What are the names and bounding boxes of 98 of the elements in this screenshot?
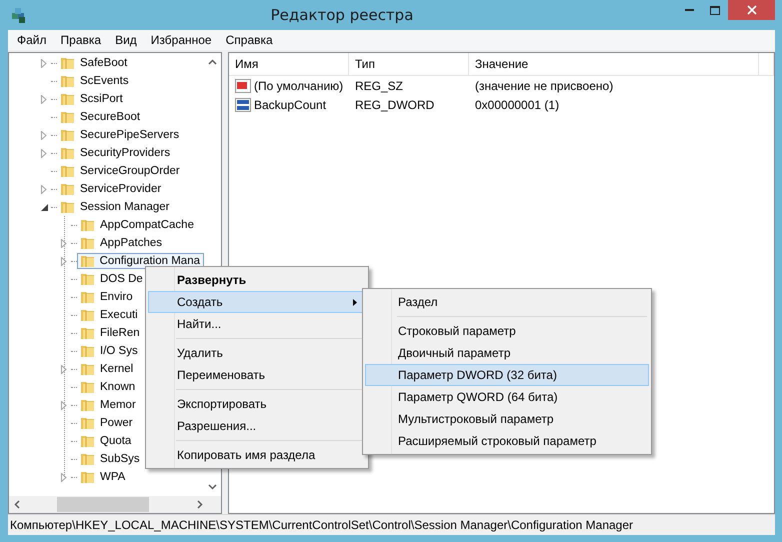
folder-icon bbox=[80, 343, 96, 359]
tree-item[interactable]: Power bbox=[77, 415, 137, 431]
status-bar: Компьютер\HKEY_LOCAL_MACHINE\SYSTEM\CurrentControlSet\Control\Session Manager\Configuration Manager bbox=[8, 514, 775, 535]
string-value-icon bbox=[235, 78, 251, 92]
menu-item[interactable]: Найти... bbox=[148, 313, 366, 335]
expand-arrow-icon[interactable] bbox=[41, 184, 47, 194]
menu-item[interactable]: Экспортировать bbox=[148, 393, 366, 415]
menu-item[interactable]: Двоичный параметр bbox=[365, 342, 649, 364]
folder-icon bbox=[80, 235, 96, 251]
menu-item[interactable]: Параметр QWORD (64 бита) bbox=[365, 386, 649, 408]
close-icon bbox=[746, 5, 756, 15]
folder-icon bbox=[80, 217, 96, 233]
value-type: REG_DWORD bbox=[354, 98, 436, 112]
menu-item[interactable]: Строковый параметр bbox=[365, 320, 649, 342]
folder-icon bbox=[80, 325, 96, 341]
tree-item[interactable]: AppPatches bbox=[77, 235, 166, 251]
window-title: Редактор реестра bbox=[270, 6, 414, 24]
folder-icon bbox=[80, 397, 96, 413]
collapse-arrow-icon[interactable] bbox=[40, 204, 48, 210]
value-name[interactable]: (По умолчанию) bbox=[229, 78, 349, 92]
tree-item[interactable]: SecurePipeServers bbox=[57, 127, 184, 143]
folder-icon bbox=[80, 451, 96, 467]
value-type: REG_SZ bbox=[354, 78, 404, 92]
tree-item[interactable]: Kernel bbox=[77, 361, 138, 377]
submenu-arrow-icon bbox=[353, 298, 357, 306]
folder-icon bbox=[60, 73, 76, 89]
folder-icon bbox=[80, 433, 96, 449]
expand-arrow-icon[interactable] bbox=[41, 58, 47, 68]
value-data: (значение не присвоено) bbox=[474, 78, 614, 92]
menu-item[interactable]: Удалить bbox=[148, 342, 366, 364]
scrollbar-thumb[interactable] bbox=[57, 497, 149, 512]
tree-item[interactable]: SafeBoot bbox=[57, 55, 132, 71]
expand-arrow-icon[interactable] bbox=[41, 94, 47, 104]
column-header[interactable]: Значение bbox=[469, 53, 759, 75]
expand-arrow-icon[interactable] bbox=[61, 472, 67, 482]
folder-icon bbox=[80, 289, 96, 305]
scroll-left-icon[interactable] bbox=[14, 500, 20, 509]
folder-icon bbox=[80, 469, 96, 485]
folder-icon bbox=[60, 109, 76, 125]
folder-icon bbox=[80, 307, 96, 323]
folder-icon bbox=[80, 253, 96, 269]
tree-item[interactable]: SecurityProviders bbox=[57, 145, 174, 161]
scroll-down-icon[interactable] bbox=[208, 484, 217, 490]
tree-item[interactable]: DOS De bbox=[77, 271, 147, 287]
tree-item[interactable]: Enviro bbox=[77, 289, 137, 305]
tree-item[interactable]: SubSys bbox=[77, 451, 144, 467]
folder-icon bbox=[60, 181, 76, 197]
menu-bar-item[interactable]: Файл bbox=[10, 33, 54, 47]
folder-icon bbox=[80, 361, 96, 377]
folder-icon bbox=[80, 415, 96, 431]
binary-value-icon bbox=[235, 98, 251, 112]
value-data: 0x00000001 (1) bbox=[474, 98, 560, 112]
menu-item[interactable]: Расширяемый строковый параметр bbox=[365, 430, 649, 452]
tree-item[interactable]: ServiceProvider bbox=[57, 181, 166, 197]
folder-icon bbox=[60, 127, 76, 143]
folder-icon bbox=[80, 271, 96, 287]
folder-icon bbox=[60, 199, 76, 215]
tree-item[interactable]: AppCompatCache bbox=[77, 217, 198, 233]
menu-item[interactable]: Разрешения... bbox=[148, 415, 366, 437]
menu-item[interactable]: Копировать имя раздела bbox=[148, 444, 366, 466]
menu-bar-item[interactable]: Справка bbox=[218, 33, 280, 47]
tree-item[interactable]: Session Manager bbox=[57, 199, 174, 215]
menu-item[interactable]: Параметр DWORD (32 бита) bbox=[365, 364, 649, 386]
tree-item[interactable]: WPA bbox=[77, 469, 130, 485]
folder-icon bbox=[60, 163, 76, 179]
menu-item[interactable]: Развернуть bbox=[148, 269, 366, 291]
tree-item[interactable]: Quota bbox=[77, 433, 136, 449]
column-header[interactable]: Тип bbox=[349, 53, 469, 75]
menu-item[interactable]: Мультистроковый параметр bbox=[365, 408, 649, 430]
value-name[interactable]: BackupCount bbox=[229, 98, 349, 112]
expand-arrow-icon[interactable] bbox=[61, 400, 67, 410]
menu-bar-item[interactable]: Вид bbox=[108, 33, 144, 47]
tree-item[interactable]: SecureBoot bbox=[57, 109, 144, 125]
tree-item[interactable]: FileRen bbox=[77, 325, 144, 341]
tree-item[interactable]: Known bbox=[77, 379, 140, 395]
menu-item[interactable]: Переименовать bbox=[148, 364, 366, 386]
registry-cubes-icon[interactable] bbox=[10, 6, 28, 24]
tree-item[interactable]: ScEvents bbox=[57, 73, 133, 89]
expand-arrow-icon[interactable] bbox=[61, 364, 67, 374]
folder-icon bbox=[80, 379, 96, 395]
minimize-icon bbox=[684, 9, 694, 11]
tree-item[interactable]: I/O Sys bbox=[77, 343, 142, 359]
menu-bar-item[interactable]: Избранное bbox=[144, 33, 219, 47]
folder-icon bbox=[60, 55, 76, 71]
column-header[interactable]: Имя bbox=[229, 53, 349, 75]
maximize-icon bbox=[710, 6, 720, 14]
tree-item[interactable]: ServiceGroupOrder bbox=[57, 163, 184, 179]
tree-item[interactable]: Memor bbox=[77, 397, 140, 413]
tree-item[interactable]: Configuration Mana bbox=[76, 253, 204, 269]
scroll-up-icon[interactable] bbox=[208, 59, 217, 65]
scroll-right-icon[interactable] bbox=[197, 500, 203, 509]
tree-item[interactable]: ScsiPort bbox=[57, 91, 127, 107]
folder-icon bbox=[60, 145, 76, 161]
tree-item[interactable]: Executi bbox=[77, 307, 142, 323]
folder-icon bbox=[60, 91, 76, 107]
close-button[interactable] bbox=[728, 0, 775, 20]
menu-item[interactable]: Раздел bbox=[365, 291, 649, 313]
menu-bar-item[interactable]: Правка bbox=[54, 33, 108, 47]
